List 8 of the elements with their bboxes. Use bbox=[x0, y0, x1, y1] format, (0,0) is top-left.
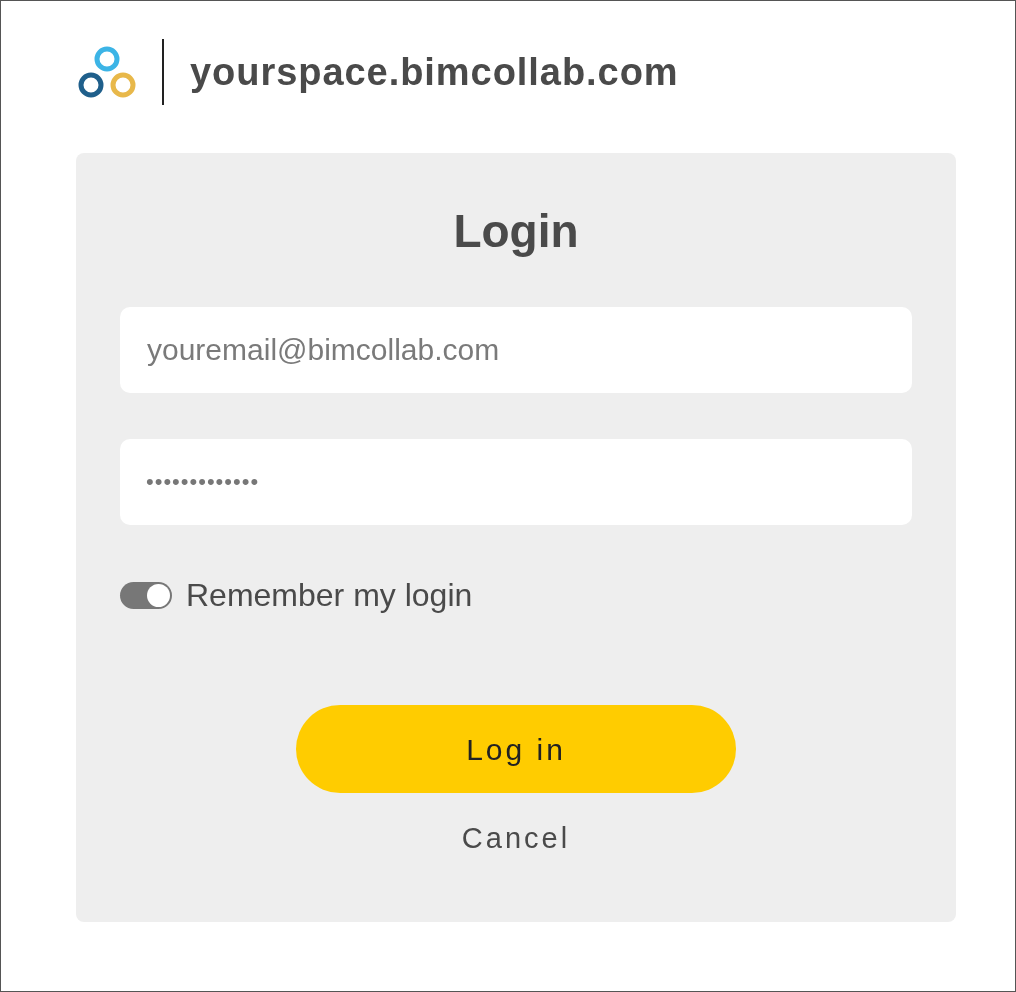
login-button[interactable]: Log in bbox=[296, 705, 736, 793]
remember-toggle[interactable] bbox=[120, 581, 172, 609]
remember-label: Remember my login bbox=[186, 576, 473, 615]
site-address: yourspace.bimcollab.com bbox=[190, 49, 679, 95]
login-title: Login bbox=[453, 204, 579, 259]
password-field[interactable]: ••••••••••••• bbox=[120, 439, 912, 525]
cancel-link[interactable]: Cancel bbox=[461, 817, 571, 861]
email-field[interactable]: youremail@bimcollab.com bbox=[120, 307, 912, 393]
